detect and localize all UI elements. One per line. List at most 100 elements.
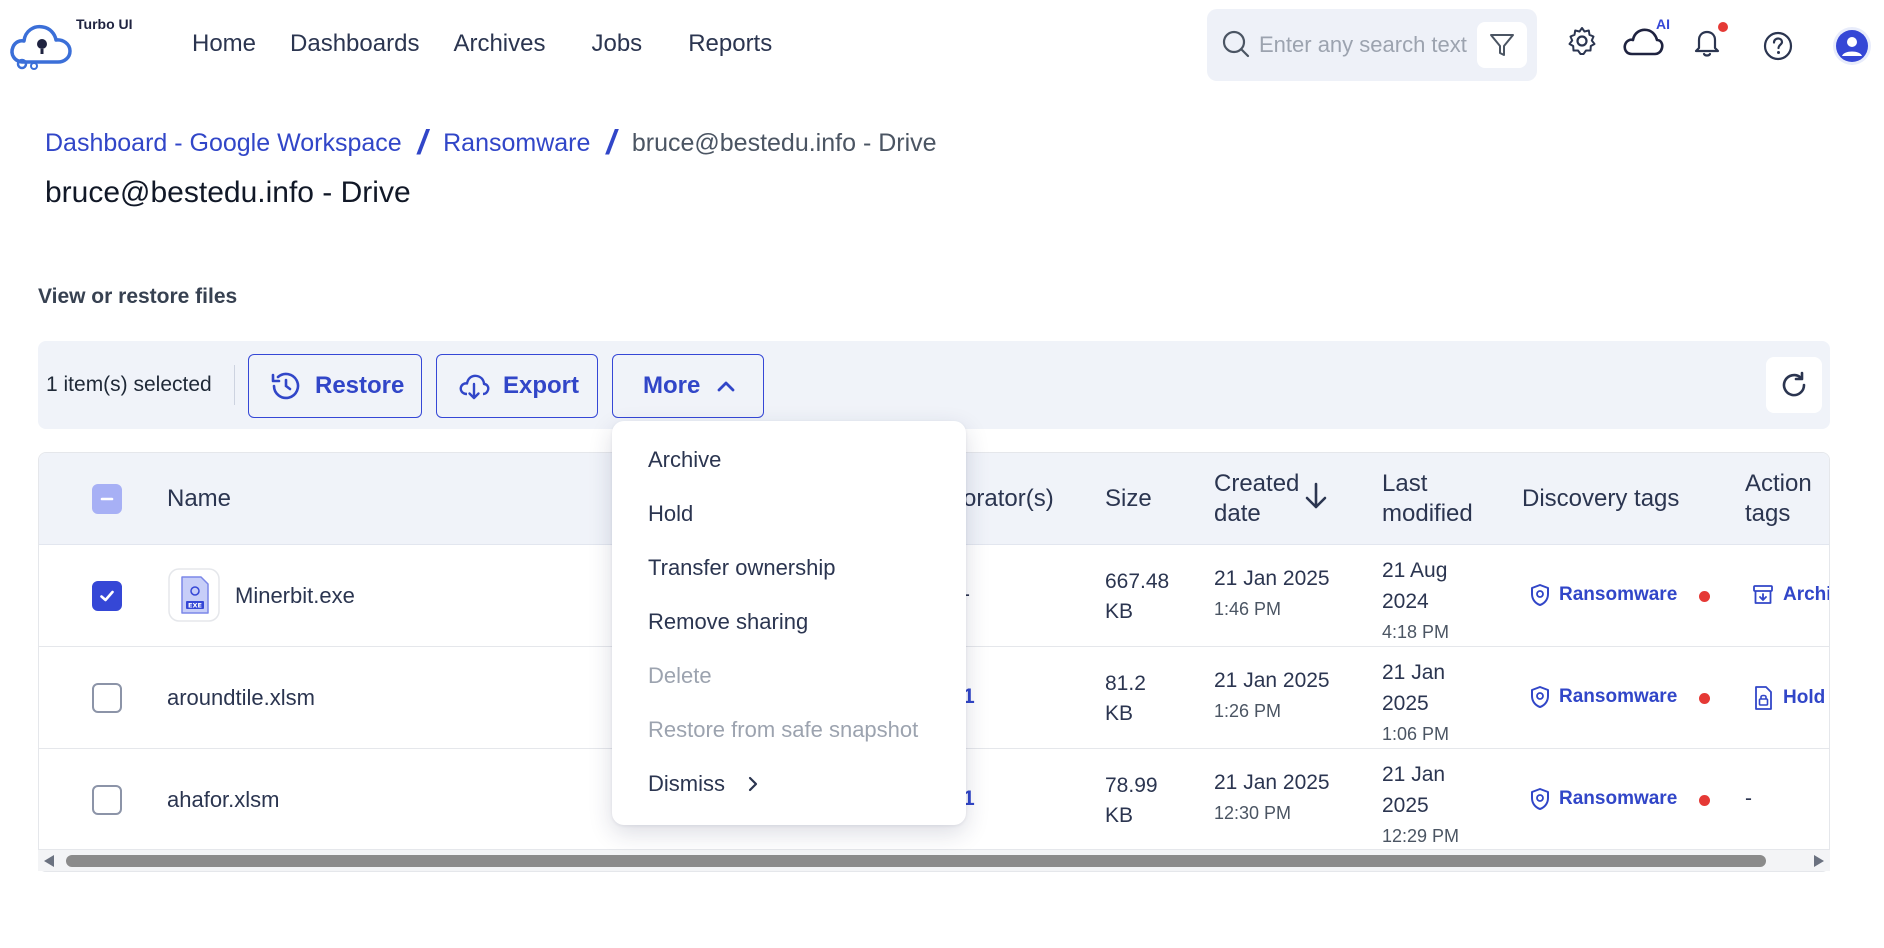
modified-date-line1: 21 Jan	[1382, 661, 1446, 684]
modified-time-value: 12:29 PM	[1382, 826, 1460, 846]
scrollbar-thumb[interactable]	[66, 855, 1766, 867]
modified-date-line1: 21 Jan	[1382, 763, 1446, 786]
last-modified: 21 Jan 2025 12:29 PM	[1382, 759, 1459, 852]
horizontal-scrollbar[interactable]	[38, 849, 1830, 871]
file-name[interactable]: aroundtile.xlsm	[167, 685, 315, 711]
scroll-left-arrow-icon[interactable]	[44, 855, 54, 867]
column-header-created[interactable]: Created date	[1214, 469, 1299, 529]
restore-button[interactable]: Restore	[248, 354, 422, 418]
created-time-value: 12:30 PM	[1214, 803, 1292, 823]
more-dropdown-menu: Archive Hold Transfer ownership Remove s…	[612, 421, 966, 825]
modified-time-value: 4:18 PM	[1382, 622, 1450, 642]
row-checkbox[interactable]	[92, 581, 122, 611]
notification-badge	[1718, 22, 1728, 32]
top-navigation-bar: Turbo UI Home Dashboards Archives Jobs R…	[0, 0, 1884, 92]
nav-archives[interactable]: Archives	[453, 30, 545, 58]
menu-item-hold[interactable]: Hold	[648, 501, 693, 527]
column-header-collaborators[interactable]: orator(s)	[963, 484, 1054, 514]
action-tag[interactable]: Hold	[1751, 685, 1825, 711]
action-tag[interactable]: Archi	[1751, 583, 1830, 607]
file-size-unit: KB	[1105, 600, 1134, 623]
created-time-value: 1:46 PM	[1214, 599, 1282, 619]
restore-button-label: Restore	[315, 372, 405, 399]
export-button[interactable]: Export	[436, 354, 598, 418]
search-icon	[1222, 30, 1250, 58]
section-title: View or restore files	[38, 285, 238, 308]
selection-count: 1 item(s) selected	[46, 373, 212, 396]
chevron-up-icon	[717, 381, 735, 392]
menu-item-remove-sharing[interactable]: Remove sharing	[648, 609, 808, 635]
last-modified: 21 Aug 2024 4:18 PM	[1382, 555, 1449, 648]
action-bar: 1 item(s) selected Restore Export More	[38, 341, 1830, 429]
created-date-value: 21 Jan 2025	[1214, 669, 1330, 692]
select-all-checkbox[interactable]	[92, 484, 122, 514]
discovery-tag[interactable]: Ransomware	[1529, 787, 1677, 811]
bell-icon[interactable]	[1692, 26, 1722, 58]
refresh-icon	[1782, 371, 1806, 397]
menu-item-transfer-ownership[interactable]: Transfer ownership	[648, 555, 835, 581]
app-logo[interactable]: Turbo UI	[8, 14, 148, 74]
breadcrumb-separator: /	[417, 124, 428, 162]
file-size-unit: KB	[1105, 702, 1134, 725]
menu-item-dismiss-label: Dismiss	[648, 771, 725, 796]
column-header-created-line2: date	[1214, 500, 1261, 527]
breadcrumb-current: bruce@bestedu.info - Drive	[631, 129, 937, 157]
user-avatar-icon[interactable]	[1832, 26, 1872, 66]
file-size-value: 81.2	[1105, 672, 1146, 695]
filter-button[interactable]	[1477, 22, 1527, 68]
discovery-tag-label: Ransomware	[1559, 686, 1678, 707]
menu-item-dismiss[interactable]: Dismiss	[648, 771, 759, 797]
created-date-value: 21 Jan 2025	[1214, 771, 1330, 794]
file-size-unit: KB	[1105, 804, 1134, 827]
nav-dashboards[interactable]: Dashboards	[290, 30, 419, 58]
discovery-tag[interactable]: Ransomware	[1529, 583, 1677, 607]
modified-date-line2: 2024	[1382, 590, 1429, 613]
nav-reports[interactable]: Reports	[688, 30, 772, 58]
sort-descending-icon[interactable]	[1303, 481, 1329, 511]
menu-item-archive[interactable]: Archive	[648, 447, 721, 473]
file-size: 78.99 KB	[1105, 771, 1158, 831]
created-date-value: 21 Jan 2025	[1214, 567, 1330, 590]
column-header-name[interactable]: Name	[167, 484, 231, 514]
more-button[interactable]: More	[612, 354, 764, 418]
refresh-button[interactable]	[1766, 357, 1822, 413]
help-icon[interactable]	[1762, 30, 1794, 62]
file-size-value: 667.48	[1105, 570, 1170, 593]
column-header-action-tags[interactable]: Action tags	[1745, 469, 1812, 529]
nav-home[interactable]: Home	[192, 30, 256, 58]
chevron-right-icon	[748, 776, 758, 792]
row-checkbox[interactable]	[92, 785, 122, 815]
created-date: 21 Jan 2025 1:26 PM	[1214, 669, 1330, 722]
discovery-tag[interactable]: Ransomware	[1529, 685, 1677, 709]
search-input[interactable]	[1259, 27, 1477, 63]
scroll-right-arrow-icon[interactable]	[1814, 855, 1824, 867]
file-name[interactable]: Minerbit.exe	[235, 583, 355, 609]
history-icon	[271, 372, 300, 400]
row-checkbox[interactable]	[92, 683, 122, 713]
breadcrumb-link-ransomware[interactable]: Ransomware	[443, 129, 590, 158]
file-lock-icon	[1755, 686, 1772, 710]
breadcrumb-separator: /	[606, 124, 616, 162]
shield-icon	[1531, 584, 1549, 606]
file-name[interactable]: ahafor.xlsm	[167, 787, 280, 813]
file-size: 81.2 KB	[1105, 669, 1146, 729]
action-tag-label: Archi	[1783, 584, 1830, 605]
check-icon	[100, 590, 114, 602]
shield-icon	[1531, 686, 1549, 708]
export-button-label: Export	[503, 372, 580, 399]
nav-jobs[interactable]: Jobs	[591, 30, 642, 58]
modified-date-line2: 2025	[1382, 692, 1429, 715]
page-title: bruce@bestedu.info - Drive	[45, 176, 411, 209]
column-header-modified-line2: modified	[1382, 500, 1473, 527]
breadcrumb-link-dashboard[interactable]: Dashboard - Google Workspace	[45, 129, 402, 158]
action-tag-empty: -	[1745, 787, 1752, 810]
gear-icon[interactable]	[1567, 26, 1597, 56]
app-name: Turbo UI	[76, 16, 133, 32]
action-tag-label: Hold	[1783, 687, 1826, 708]
column-header-discovery-tags[interactable]: Discovery tags	[1522, 484, 1679, 514]
ai-label: AI	[1656, 16, 1670, 32]
modified-date-line1: 21 Aug	[1382, 559, 1448, 582]
column-header-modified-line1: Last	[1382, 470, 1428, 497]
column-header-size[interactable]: Size	[1105, 484, 1152, 514]
column-header-last-modified[interactable]: Last modified	[1382, 469, 1473, 529]
